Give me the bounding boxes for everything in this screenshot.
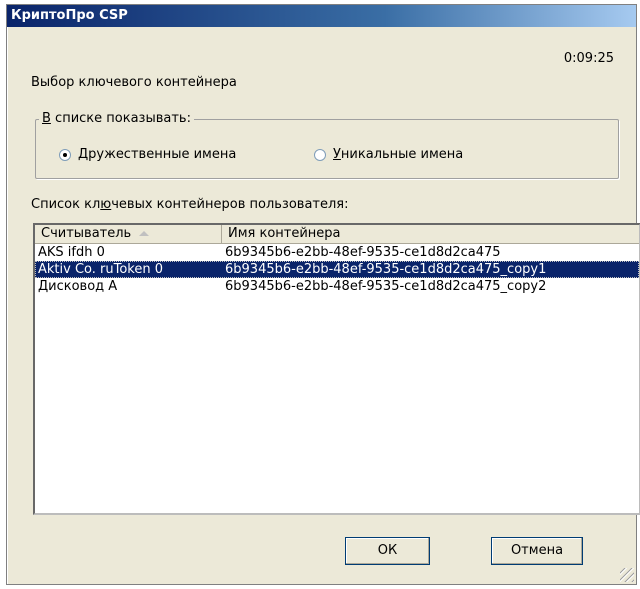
reader-cell: Aktiv Co. ruToken 0: [38, 262, 163, 277]
show-options-legend: В списке показывать:: [39, 111, 194, 126]
list-header: Считыватель Имя контейнера: [35, 225, 639, 244]
radio-friendly-names[interactable]: Дружественные имена: [59, 147, 236, 162]
reader-cell: AKS ifdh 0: [38, 245, 105, 260]
reader-cell: Дисковод A: [38, 279, 118, 294]
container-cell: 6b9345b6-e2bb-48ef-9535-ce1d8d2ca475: [225, 245, 501, 260]
timer: 0:09:25: [563, 51, 614, 66]
column-header-reader-label: Считыватель: [41, 226, 132, 241]
table-row[interactable]: AKS ifdh 0 6b9345b6-e2bb-48ef-9535-ce1d8…: [35, 244, 639, 261]
window-title: КриптоПро CSP: [11, 8, 128, 23]
container-list-label: Список ключевых контейнеров пользователя…: [31, 197, 349, 212]
column-header-reader[interactable]: Считыватель: [35, 225, 222, 243]
radio-button-unselected[interactable]: [314, 148, 326, 161]
column-header-container[interactable]: Имя контейнера: [222, 225, 639, 243]
resize-grip-icon[interactable]: [620, 568, 634, 582]
radio-button-selected[interactable]: [59, 148, 71, 161]
cancel-button[interactable]: Отмена: [491, 537, 583, 565]
column-header-container-label: Имя контейнера: [228, 226, 341, 241]
ok-button[interactable]: ОК: [345, 537, 430, 565]
container-cell: 6b9345b6-e2bb-48ef-9535-ce1d8d2ca475_cop…: [225, 279, 547, 294]
container-listview[interactable]: Считыватель Имя контейнера AKS ifdh 0 6b…: [33, 223, 640, 515]
dialog-window: КриптоПро CSP 0:09:25 Выбор ключевого ко…: [6, 4, 640, 585]
radio-friendly-names-label: Дружественные имена: [78, 147, 237, 162]
radio-unique-names-label: Уникальные имена: [333, 147, 464, 162]
sort-ascending-icon: [139, 231, 150, 236]
table-row-selected[interactable]: Aktiv Co. ruToken 0 6b9345b6-e2bb-48ef-9…: [35, 261, 639, 278]
title-bar[interactable]: КриптоПро CSP: [7, 5, 636, 27]
prompt-text: Выбор ключевого контейнера: [31, 75, 237, 90]
radio-unique-names[interactable]: Уникальные имена: [314, 147, 463, 162]
container-cell: 6b9345b6-e2bb-48ef-9535-ce1d8d2ca475_cop…: [225, 262, 547, 277]
table-row[interactable]: Дисковод A 6b9345b6-e2bb-48ef-9535-ce1d8…: [35, 278, 639, 295]
